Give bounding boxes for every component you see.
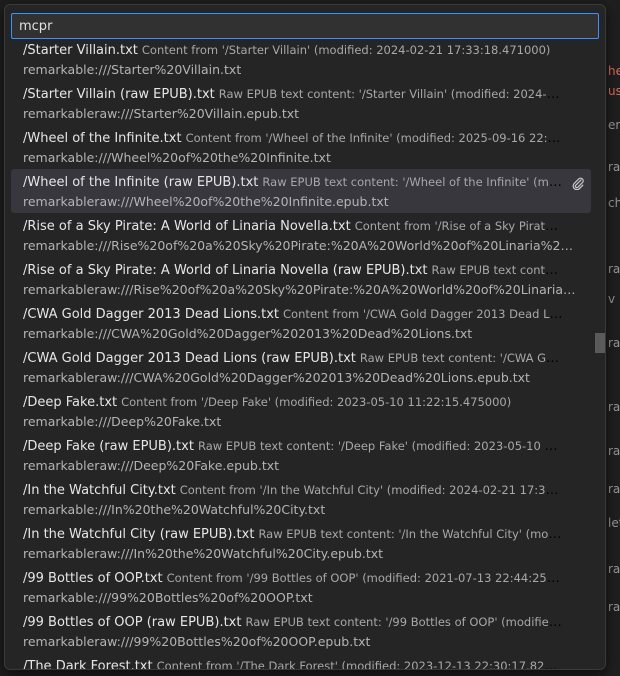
- item-label: /The Dark Forest.txt: [23, 659, 153, 669]
- item-detail: remarkable:///99%20Bottles%20of%20OOP.tx…: [23, 590, 313, 605]
- list-item[interactable]: /99 Bottles of OOP.txt Content from '/99 …: [11, 565, 591, 609]
- list-item[interactable]: /Rise of a Sky Pirate: A World of Linari…: [11, 213, 591, 257]
- background-text-fragment: rat: [608, 600, 620, 614]
- list-item[interactable]: /In the Watchful City (raw EPUB).txt Raw …: [11, 521, 591, 565]
- item-detail: remarkable:///Wheel%20of%20the%20Infinit…: [23, 150, 331, 165]
- results-scrollbar[interactable]: [595, 41, 605, 669]
- item-description: Raw EPUB text content: '/Starter Villain…: [218, 87, 563, 101]
- background-text-fragment: he: [608, 64, 620, 78]
- background-text-fragment: rat: [608, 262, 620, 276]
- list-item[interactable]: /The Dark Forest.txt Content from '/The D…: [11, 653, 591, 669]
- item-label: /99 Bottles of OOP.txt: [23, 571, 163, 586]
- item-title-line: /Starter Villain (raw EPUB).txt Raw EPUB …: [23, 87, 563, 102]
- results-list: /Starter Villain.txt Content from '/Start…: [5, 41, 605, 669]
- item-detail: remarkableraw:///Starter%20Villain.epub.…: [23, 106, 300, 121]
- item-description: Content from '/The Dark Forest' (modifie…: [156, 659, 563, 669]
- item-detail: remarkable:///CWA%20Gold%20Dagger%202013…: [23, 326, 473, 341]
- item-label: /Wheel of the Infinite (raw EPUB).txt: [23, 175, 259, 190]
- item-detail: remarkableraw:///Wheel%20of%20the%20Infi…: [23, 194, 389, 209]
- list-item[interactable]: /Deep Fake.txt Content from '/Deep Fake' …: [11, 389, 591, 433]
- item-title-line: /Wheel of the Infinite.txt Content from '…: [23, 131, 563, 146]
- item-detail: remarkable:///In%20the%20Watchful%20City…: [23, 502, 326, 517]
- item-title-line: /CWA Gold Dagger 2013 Dead Lions.txt Cont…: [23, 307, 563, 322]
- item-title-line: /The Dark Forest.txt Content from '/The D…: [23, 659, 563, 669]
- background-text-fragment: er c: [608, 118, 620, 132]
- item-detail: remarkable:///Rise%20of%20a%20Sky%20Pira…: [23, 238, 579, 253]
- item-description: Content from '/Wheel of the Infinite' (m…: [185, 131, 563, 145]
- list-item[interactable]: /CWA Gold Dagger 2013 Dead Lions (raw EP…: [11, 345, 591, 389]
- item-description: Raw EPUB text content: '/CWA Gold Dagger…: [359, 351, 563, 365]
- background-text-fragment: rat: [608, 482, 620, 496]
- item-detail: remarkableraw:///In%20the%20Watchful%20C…: [23, 546, 384, 561]
- list-item[interactable]: /Rise of a Sky Pirate: A World of Linari…: [11, 257, 591, 301]
- item-description: Raw EPUB text content: '/Wheel of the In…: [262, 175, 563, 189]
- item-label: /99 Bottles of OOP (raw EPUB).txt: [23, 615, 242, 630]
- background-text-fragment: ch: [608, 196, 620, 210]
- list-item[interactable]: /Wheel of the Infinite (raw EPUB).txt Raw…: [11, 169, 591, 213]
- item-title-line: /Rise of a Sky Pirate: A World of Linari…: [23, 263, 563, 278]
- item-description: Raw EPUB text content: '/In the Watchful…: [258, 527, 563, 541]
- item-title-line: /Wheel of the Infinite (raw EPUB).txt Raw…: [23, 175, 563, 190]
- background-text-fragment: rat: [608, 160, 620, 174]
- list-item[interactable]: /99 Bottles of OOP (raw EPUB).txt Raw EPU…: [11, 609, 591, 653]
- item-description: Raw EPUB text content: '/99 Bottles of O…: [245, 615, 563, 629]
- list-item[interactable]: /In the Watchful City.txt Content from '/…: [11, 477, 591, 521]
- quick-pick-widget: /Starter Villain.txtContent from '/Start…: [4, 4, 606, 670]
- item-label: /In the Watchful City (raw EPUB).txt: [23, 527, 255, 542]
- background-text-fragment: us: [608, 84, 620, 98]
- item-detail: remarkable:///Deep%20Fake.txt: [23, 414, 222, 429]
- item-description: Raw EPUB text content: '/Rise of a Sky P…: [431, 263, 563, 277]
- item-detail: remarkableraw:///Rise%20of%20a%20Sky%20P…: [23, 282, 579, 297]
- background-text-fragment: rat: [608, 336, 620, 350]
- item-detail: remarkableraw:///CWA%20Gold%20Dagger%202…: [23, 370, 530, 385]
- search-input[interactable]: [11, 13, 599, 39]
- item-label: /In the Watchful City.txt: [23, 483, 176, 498]
- item-label: /Rise of a Sky Pirate: A World of Linari…: [23, 219, 351, 234]
- item-title-line: /Starter Villain.txt Content from '/Start…: [23, 43, 563, 58]
- background-text-fragment: let: [608, 516, 620, 530]
- list-item[interactable]: /CWA Gold Dagger 2013 Dead Lions.txt Cont…: [11, 301, 591, 345]
- item-description: Content from '/Starter Villain' (modifie…: [141, 43, 551, 57]
- background-text-fragment: rat: [608, 400, 620, 414]
- item-title-line: /99 Bottles of OOP.txt Content from '/99 …: [23, 571, 563, 586]
- item-title-line: /CWA Gold Dagger 2013 Dead Lions (raw EP…: [23, 351, 563, 366]
- item-label: /Deep Fake.txt: [23, 395, 118, 410]
- item-detail: remarkableraw:///Deep%20Fake.epub.txt: [23, 458, 280, 473]
- item-label: /CWA Gold Dagger 2013 Dead Lions.txt: [23, 307, 280, 322]
- item-title-line: /Deep Fake.txt Content from '/Deep Fake' …: [23, 395, 563, 410]
- quick-pick-search: [11, 13, 599, 39]
- background-text-fragment: rat: [608, 444, 620, 458]
- item-label: /Wheel of the Infinite.txt: [23, 131, 182, 146]
- list-item[interactable]: /Starter Villain (raw EPUB).txt Raw EPUB …: [11, 81, 591, 125]
- item-label: /Deep Fake (raw EPUB).txt: [23, 439, 194, 454]
- item-description: Content from '/99 Bottles of OOP' (modif…: [166, 571, 563, 585]
- item-title-line: /99 Bottles of OOP (raw EPUB).txt Raw EPU…: [23, 615, 563, 630]
- item-detail: remarkable:///Starter%20Villain.txt: [23, 62, 242, 77]
- item-label: /Starter Villain (raw EPUB).txt: [23, 87, 215, 102]
- list-item[interactable]: /Wheel of the Infinite.txt Content from '…: [11, 125, 591, 169]
- background-text-fragment: v D: [608, 292, 620, 306]
- item-description: Content from '/Rise of a Sky Pirate: A W…: [354, 219, 563, 233]
- item-title-line: /In the Watchful City.txt Content from '/…: [23, 483, 563, 498]
- list-item[interactable]: /Starter Villain.txt Content from '/Start…: [11, 41, 591, 81]
- item-description: Content from '/Deep Fake' (modified: 202…: [121, 395, 512, 409]
- scrollbar-thumb[interactable]: [595, 333, 605, 353]
- item-detail: remarkableraw:///99%20Bottles%20of%20OOP…: [23, 634, 371, 649]
- item-label: /Starter Villain.txt: [23, 43, 138, 58]
- item-description: Content from '/In the Watchful City' (mo…: [179, 483, 563, 497]
- item-title-line: /Rise of a Sky Pirate: A World of Linari…: [23, 219, 563, 234]
- item-label: /Rise of a Sky Pirate: A World of Linari…: [23, 263, 428, 278]
- item-label: /CWA Gold Dagger 2013 Dead Lions (raw EP…: [23, 351, 356, 366]
- paperclip-icon[interactable]: [571, 176, 585, 190]
- item-title-line: /Deep Fake (raw EPUB).txt Raw EPUB text c…: [23, 439, 563, 454]
- results-list-inner: /Starter Villain.txt Content from '/Start…: [5, 41, 605, 669]
- item-description: Content from '/CWA Gold Dagger 2013 Dead…: [283, 307, 563, 321]
- item-title-line: /In the Watchful City (raw EPUB).txt Raw …: [23, 527, 563, 542]
- list-item[interactable]: /Deep Fake (raw EPUB).txt Raw EPUB text c…: [11, 433, 591, 477]
- background-text-fragment: rat: [608, 562, 620, 576]
- item-description: Raw EPUB text content: '/Deep Fake' (mod…: [197, 439, 563, 453]
